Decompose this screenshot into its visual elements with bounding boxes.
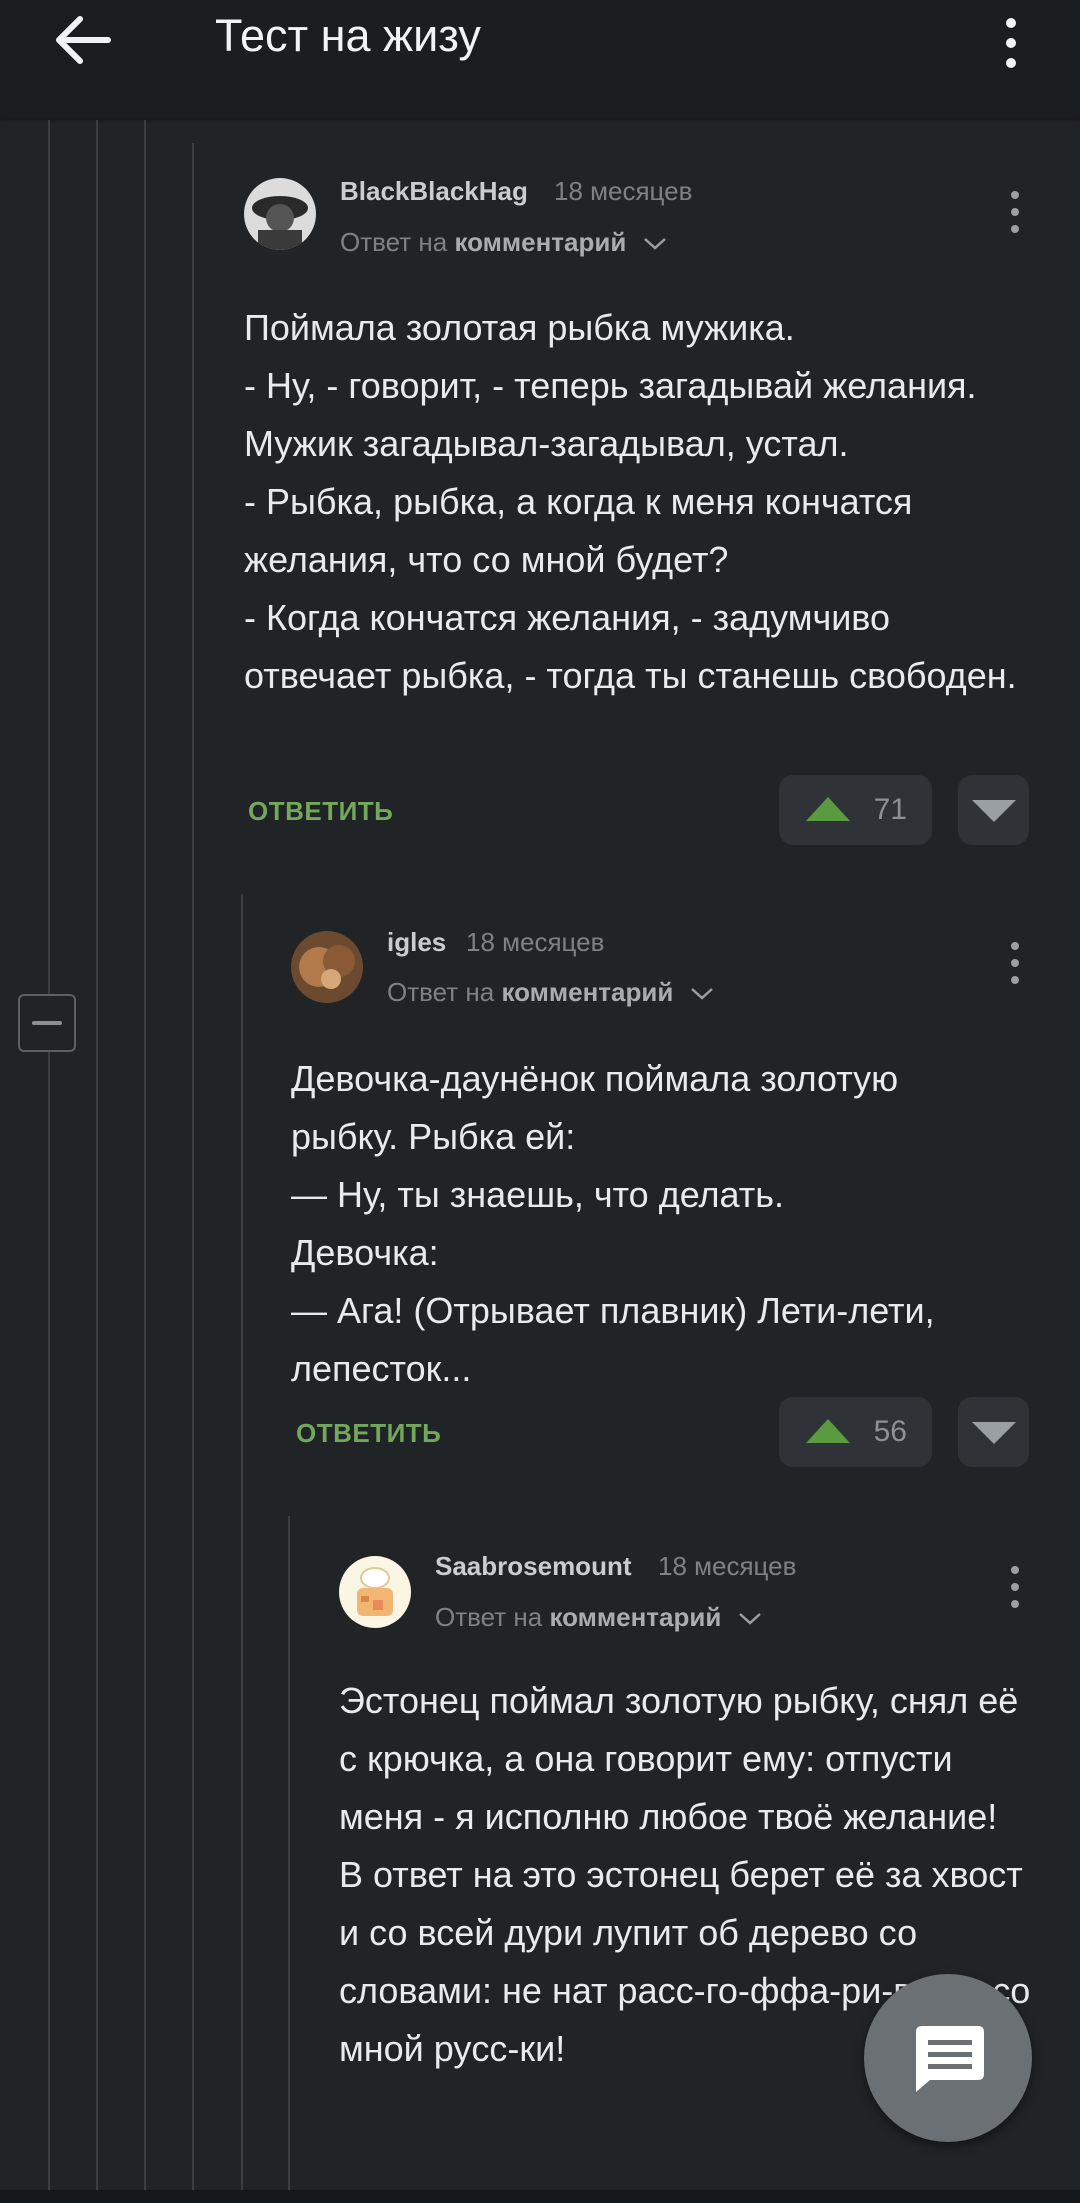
comment-text: Девочка-даунёнок поймала золотую рыбку. … (291, 1058, 935, 1389)
arrow-down-icon (972, 1422, 1016, 1444)
collapse-thread-button[interactable] (18, 994, 76, 1052)
downvote-button[interactable] (958, 1397, 1029, 1467)
vote-count: 71 (873, 793, 907, 826)
reply-to-link[interactable]: Ответ на комментарий (340, 227, 668, 258)
avatar[interactable] (339, 1556, 411, 1628)
reply-to-prefix: Ответ на (435, 1602, 550, 1632)
page-title: Тест на жизу (215, 10, 481, 61)
thread-line (48, 120, 50, 2190)
thread-line (96, 120, 98, 2190)
reply-to-link[interactable]: Ответ на комментарий (387, 977, 715, 1008)
comment-author[interactable]: igles (387, 927, 446, 958)
reply-to-link[interactable]: Ответ на комментарий (435, 1602, 763, 1633)
upvote-button[interactable]: 71 (779, 775, 932, 845)
more-vertical-icon (1006, 18, 1016, 68)
more-vertical-icon (1011, 1566, 1019, 1608)
reply-button[interactable]: ОТВЕТИТЬ (248, 796, 393, 827)
comment-icon (916, 2026, 984, 2092)
bottom-edge (0, 2190, 1080, 2203)
avatar[interactable] (244, 178, 316, 250)
back-button[interactable] (50, 10, 120, 70)
comment-age: 18 месяцев (554, 176, 693, 206)
downvote-button[interactable] (958, 775, 1029, 845)
comment-author[interactable]: BlackBlackHag (340, 176, 528, 207)
comment-author[interactable]: Saabrosemount (435, 1551, 632, 1582)
chevron-down-icon (643, 238, 666, 250)
comment-more-button[interactable] (995, 934, 1035, 994)
comment-age: 18 месяцев (658, 1551, 797, 1581)
more-options-button[interactable] (990, 10, 1032, 70)
upvote-button[interactable]: 56 (779, 1397, 932, 1467)
chevron-down-icon (738, 1613, 761, 1625)
arrow-down-icon (972, 800, 1016, 822)
app-bar: Тест на жизу (0, 0, 1080, 118)
avatar-image (244, 178, 316, 250)
reply-to-prefix: Ответ на (387, 977, 502, 1007)
avatar-image (291, 931, 363, 1003)
vote-count: 56 (873, 1415, 907, 1448)
arrow-left-icon (56, 16, 111, 64)
comment-text: Поймала золотая рыбка мужика. - Ну, - го… (244, 307, 1017, 696)
comment-more-button[interactable] (995, 1558, 1035, 1618)
reply-to-prefix: Ответ на (340, 227, 455, 257)
thread-line (192, 143, 194, 2190)
more-vertical-icon (1011, 942, 1019, 984)
thread-line (241, 894, 243, 2190)
arrow-up-icon (806, 1419, 850, 1443)
more-vertical-icon (1011, 191, 1019, 233)
reply-to-target: комментарий (549, 1602, 722, 1632)
avatar[interactable] (291, 931, 363, 1003)
reply-to-target: комментарий (501, 977, 674, 1007)
comment-more-button[interactable] (995, 183, 1035, 243)
comment-age: 18 месяцев (466, 927, 605, 957)
avatar-image (339, 1556, 411, 1628)
thread-line (288, 1516, 290, 2190)
thread-line (144, 120, 146, 2190)
reply-to-target: комментарий (454, 227, 627, 257)
write-comment-button[interactable] (864, 1974, 1032, 2142)
chevron-down-icon (690, 988, 713, 1000)
arrow-up-icon (806, 797, 850, 821)
reply-button[interactable]: ОТВЕТИТЬ (296, 1418, 441, 1449)
